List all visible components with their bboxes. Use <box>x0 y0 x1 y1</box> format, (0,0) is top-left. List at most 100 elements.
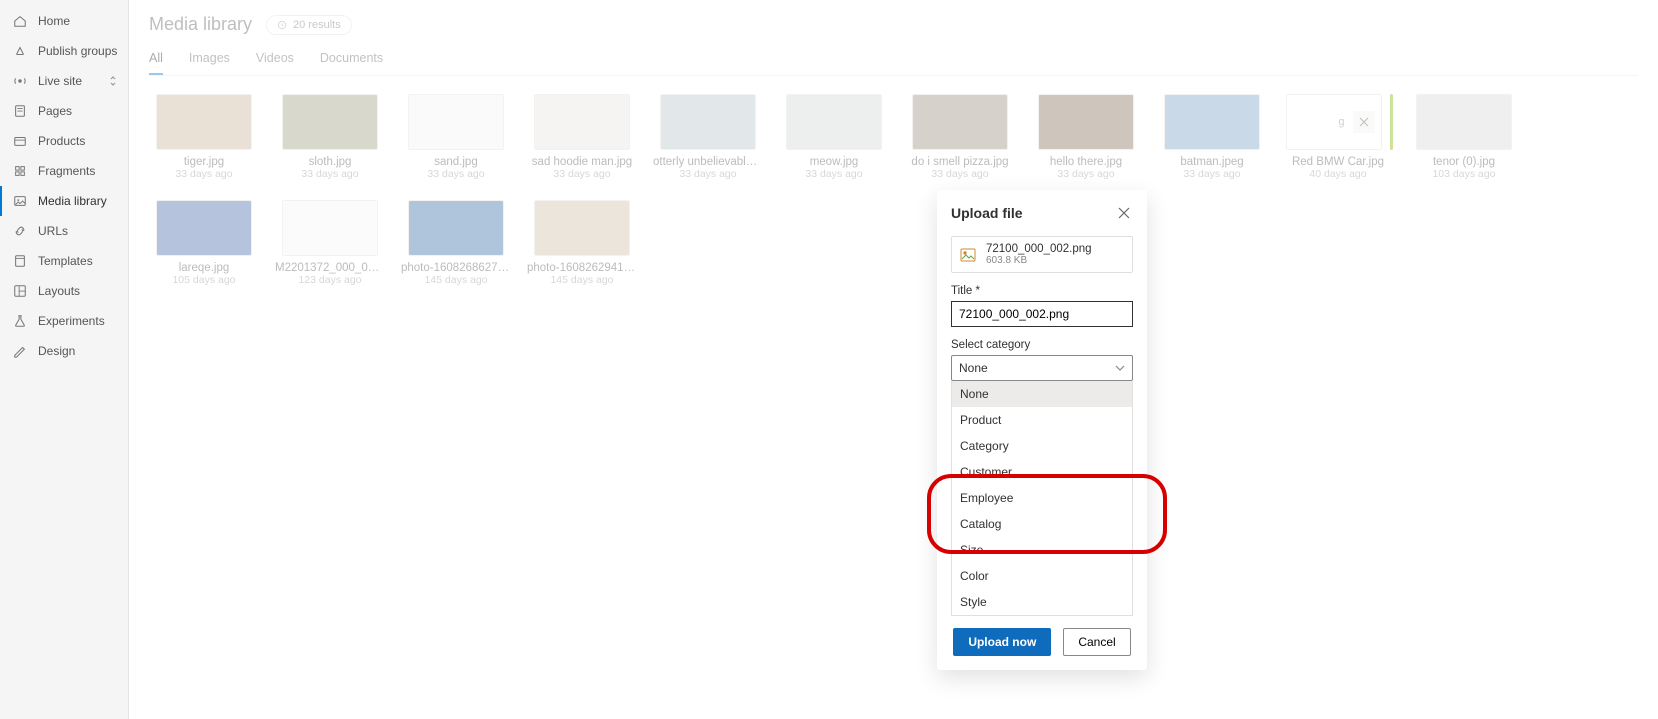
sidebar-item-urls[interactable]: URLs <box>0 216 128 246</box>
media-card[interactable]: sad hoodie man.jpg33 days ago <box>527 94 637 180</box>
sidebar-item-publish[interactable]: Publish groups <box>0 36 128 66</box>
media-thumbnail[interactable] <box>282 94 378 150</box>
remove-upload-button[interactable] <box>1353 111 1375 133</box>
media-thumbnail[interactable] <box>156 94 252 150</box>
media-thumbnail[interactable] <box>660 94 756 150</box>
category-dropdown: NoneProductCategoryCustomerEmployeeCatal… <box>951 381 1133 616</box>
media-card[interactable]: sand.jpg33 days ago <box>401 94 511 180</box>
category-option[interactable]: Catalog <box>952 511 1132 537</box>
sidebar-item-home[interactable]: Home <box>0 6 128 36</box>
media-card[interactable]: otterly unbelievable.j...33 days ago <box>653 94 763 180</box>
sidebar-item-fragments[interactable]: Fragments <box>0 156 128 186</box>
tab-all[interactable]: All <box>149 45 163 75</box>
sidebar-item-design[interactable]: Design <box>0 336 128 366</box>
media-thumbnail[interactable] <box>408 200 504 256</box>
media-filename: photo-160826294108... <box>527 262 637 274</box>
category-option[interactable]: Style <box>952 589 1132 615</box>
media-filename: M2201372_000_002.p... <box>275 262 385 274</box>
image-file-icon <box>960 247 976 263</box>
templates-icon <box>12 253 28 269</box>
category-option[interactable]: Category <box>952 433 1132 459</box>
media-age: 33 days ago <box>401 168 511 180</box>
media-filename: Red BMW Car.jpg <box>1283 156 1393 168</box>
category-select-value: None <box>959 361 988 375</box>
media-age: 33 days ago <box>905 168 1015 180</box>
close-icon <box>1359 117 1369 127</box>
media-thumbnail[interactable] <box>534 200 630 256</box>
media-card[interactable]: meow.jpg33 days ago <box>779 94 889 180</box>
media-age: 103 days ago <box>1409 168 1519 180</box>
category-select[interactable]: None <box>951 355 1133 381</box>
media-thumbnail[interactable] <box>282 200 378 256</box>
page-title: Media library <box>149 14 252 35</box>
sidebar-item-layouts[interactable]: Layouts <box>0 276 128 306</box>
media-thumbnail[interactable] <box>1164 94 1260 150</box>
content-area: Media library 20 results All Images Videos… <box>128 0 1658 719</box>
upload-now-button[interactable]: Upload now <box>953 628 1051 656</box>
media-thumbnail[interactable] <box>786 94 882 150</box>
upload-dialog: Upload file 72100_000_002.png 603.8 KB T… <box>937 190 1147 670</box>
chevron-down-icon <box>1115 363 1125 373</box>
media-age: 33 days ago <box>1031 168 1141 180</box>
category-option[interactable]: Customer <box>952 459 1132 485</box>
media-card[interactable]: photo-160826294108...145 days ago <box>527 200 637 286</box>
media-filename: otterly unbelievable.j... <box>653 156 763 168</box>
upload-dropzone[interactable]: g <box>1286 94 1382 150</box>
media-filename: tenor (0).jpg <box>1409 156 1519 168</box>
category-option[interactable]: Color <box>952 563 1132 589</box>
live-icon <box>12 73 28 89</box>
dialog-close-button[interactable] <box>1115 204 1133 222</box>
cancel-button[interactable]: Cancel <box>1063 628 1130 656</box>
media-card[interactable]: sloth.jpg33 days ago <box>275 94 385 180</box>
category-option[interactable]: Employee <box>952 485 1132 511</box>
dialog-title: Upload file <box>951 205 1023 221</box>
results-badge-text: 20 results <box>293 19 341 31</box>
media-icon <box>12 193 28 209</box>
category-option[interactable]: Product <box>952 407 1132 433</box>
file-name: 72100_000_002.png <box>986 243 1092 255</box>
media-card[interactable]: do i smell pizza.jpg33 days ago <box>905 94 1015 180</box>
category-option[interactable]: None <box>952 381 1132 407</box>
media-thumbnail[interactable] <box>408 94 504 150</box>
media-filename: sand.jpg <box>401 156 511 168</box>
media-age: 145 days ago <box>527 274 637 286</box>
media-thumbnail[interactable] <box>1038 94 1134 150</box>
upload-progress-indicator <box>1390 94 1393 150</box>
media-card[interactable]: photo-160826862760...145 days ago <box>401 200 511 286</box>
media-thumbnail[interactable] <box>1416 94 1512 150</box>
category-option[interactable]: Size <box>952 537 1132 563</box>
media-age: 33 days ago <box>149 168 259 180</box>
media-grid: tiger.jpg33 days agosloth.jpg33 days ago… <box>149 76 1638 286</box>
sidebar-item-label: Home <box>38 14 70 28</box>
media-card[interactable]: tenor (0).jpg103 days ago <box>1409 94 1519 180</box>
media-card[interactable]: gRed BMW Car.jpg40 days ago <box>1283 94 1393 180</box>
title-field[interactable] <box>951 301 1133 327</box>
sidebar-item-label: Live site <box>38 74 82 88</box>
sidebar-item-label: Design <box>38 344 75 358</box>
pages-icon <box>12 103 28 119</box>
category-label: Select category <box>951 339 1133 351</box>
sidebar-item-experiments[interactable]: Experiments <box>0 306 128 336</box>
media-card[interactable]: lareqe.jpg105 days ago <box>149 200 259 286</box>
sidebar-item-label: Fragments <box>38 164 95 178</box>
sidebar-item-templates[interactable]: Templates <box>0 246 128 276</box>
close-icon <box>1118 207 1130 219</box>
media-filename: sloth.jpg <box>275 156 385 168</box>
media-thumbnail[interactable] <box>534 94 630 150</box>
sidebar-item-pages[interactable]: Pages <box>0 96 128 126</box>
tab-images[interactable]: Images <box>189 45 230 75</box>
tab-videos[interactable]: Videos <box>256 45 294 75</box>
media-card[interactable]: tiger.jpg33 days ago <box>149 94 259 180</box>
tab-documents[interactable]: Documents <box>320 45 383 75</box>
media-filename: batman.jpeg <box>1157 156 1267 168</box>
sidebar-item-live[interactable]: Live site <box>0 66 128 96</box>
media-card[interactable]: M2201372_000_002.p...123 days ago <box>275 200 385 286</box>
media-card[interactable]: batman.jpeg33 days ago <box>1157 94 1267 180</box>
sidebar-item-media[interactable]: Media library <box>0 186 128 216</box>
sidebar-item-products[interactable]: Products <box>0 126 128 156</box>
media-thumbnail[interactable] <box>912 94 1008 150</box>
media-filename: lareqe.jpg <box>149 262 259 274</box>
media-filename: sad hoodie man.jpg <box>527 156 637 168</box>
media-thumbnail[interactable] <box>156 200 252 256</box>
media-card[interactable]: hello there.jpg33 days ago <box>1031 94 1141 180</box>
